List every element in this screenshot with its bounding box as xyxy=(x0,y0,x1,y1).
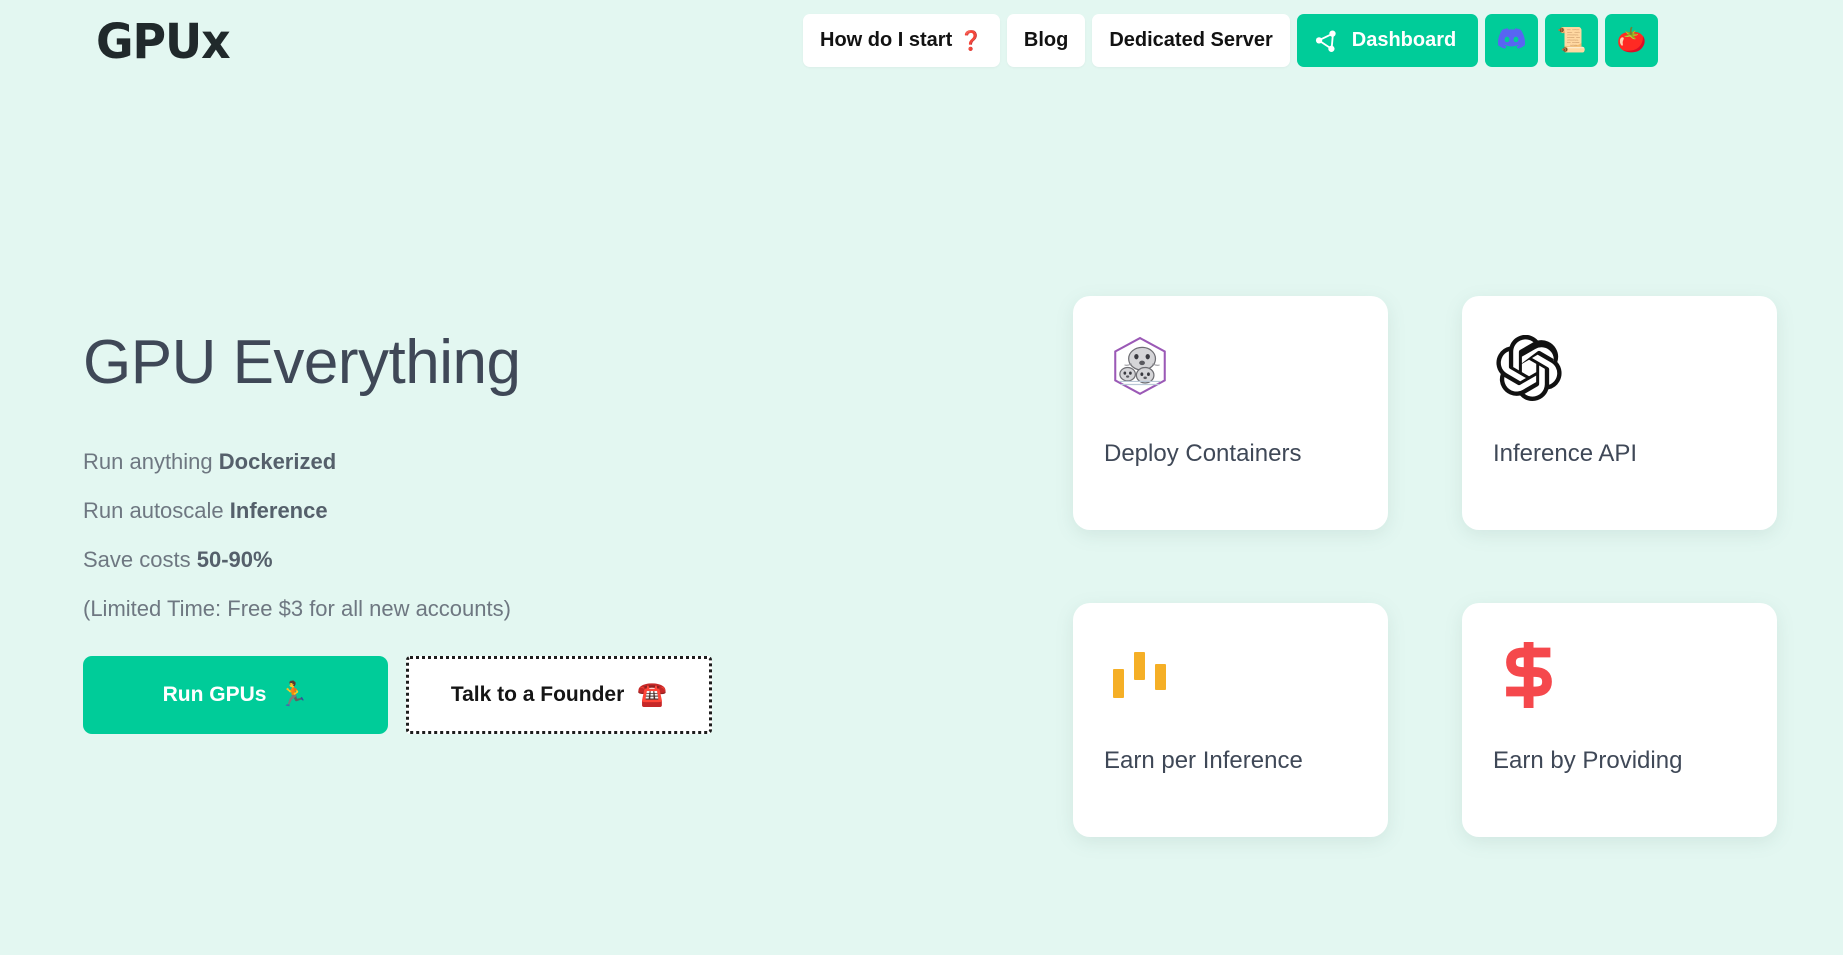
talk-to-founder-label: Talk to a Founder xyxy=(450,683,625,707)
question-mark-icon: ❓ xyxy=(959,30,983,52)
hero-bullet-prefix: Save costs xyxy=(83,547,197,573)
discord-button[interactable] xyxy=(1485,14,1539,67)
nav-item-how-do-i-start[interactable]: How do I start ❓ xyxy=(803,14,1000,67)
card-earn-by-providing[interactable]: Earn by Providing xyxy=(1462,603,1777,837)
card-label: Deploy Containers xyxy=(1104,440,1302,467)
share-network-icon xyxy=(1313,28,1339,54)
page-title: GPU Everything xyxy=(83,328,521,397)
card-inference-api[interactable]: Inference API xyxy=(1462,296,1777,530)
dashboard-button[interactable]: Dashboard xyxy=(1296,14,1479,67)
scroll-icon: 📜 xyxy=(1556,26,1587,54)
card-earn-per-inference[interactable]: Earn per Inference xyxy=(1073,603,1388,837)
docs-button[interactable]: 📜 xyxy=(1545,14,1599,67)
tomato-button[interactable]: 🍅 xyxy=(1605,14,1659,67)
main-navigation: How do I start ❓ Blog Dedicated Server D… xyxy=(803,14,1659,67)
hero-cta-row: Run GPUs 🏃 Talk to a Founder ☎️ xyxy=(83,656,783,735)
hero-bullet-strong: Dockerized xyxy=(218,449,337,475)
bar-1 xyxy=(1113,669,1124,698)
candlestick-bars-icon xyxy=(1104,639,1176,711)
site-header: GPUx How do I start ❓ Blog Dedicated Ser… xyxy=(0,0,1843,90)
nav-item-label: How do I start xyxy=(820,29,953,51)
run-gpus-label: Run GPUs xyxy=(162,683,267,707)
bar-3 xyxy=(1155,664,1166,690)
telephone-icon: ☎️ xyxy=(637,681,668,709)
feature-card-grid: Deploy Containers Inference API Earn per… xyxy=(1073,296,1777,837)
hero-bullet-dockerized: Run anything Dockerized xyxy=(83,437,783,486)
hero-bullet-prefix: Run anything xyxy=(83,449,219,475)
hero-promo-note: (Limited Time: Free $3 for all new accou… xyxy=(83,596,511,622)
docker-whale-hexagon-icon xyxy=(1104,332,1176,404)
dashboard-label: Dashboard xyxy=(1351,29,1457,51)
hero-bullet-inference: Run autoscale Inference xyxy=(83,486,783,535)
card-label: Earn per Inference xyxy=(1104,747,1303,774)
nav-item-label: Blog xyxy=(1023,29,1069,51)
bar-group xyxy=(1109,644,1171,706)
nav-item-label: Dedicated Server xyxy=(1109,29,1273,51)
card-deploy-containers[interactable]: Deploy Containers xyxy=(1073,296,1388,530)
tomato-icon: 🍅 xyxy=(1616,26,1647,54)
hero-section: GPU Everything Run anything Dockerized R… xyxy=(83,328,783,735)
openai-logo-icon xyxy=(1493,332,1565,404)
card-label: Inference API xyxy=(1493,440,1638,467)
nav-item-dedicated-server[interactable]: Dedicated Server xyxy=(1092,14,1290,67)
nav-item-blog[interactable]: Blog xyxy=(1006,14,1086,67)
runner-icon: 🏃 xyxy=(278,681,309,709)
card-label: Earn by Providing xyxy=(1493,747,1683,774)
discord-icon xyxy=(1498,27,1526,54)
talk-to-founder-button[interactable]: Talk to a Founder ☎️ xyxy=(406,656,712,735)
hero-bullet-prefix: Run autoscale xyxy=(83,498,230,524)
run-gpus-button[interactable]: Run GPUs 🏃 xyxy=(83,656,388,735)
dollar-sign-icon xyxy=(1493,639,1565,711)
hero-bullet-savings: Save costs 50-90% xyxy=(83,535,783,584)
hero-bullet-strong: 50-90% xyxy=(196,547,273,573)
hero-bullet-strong: Inference xyxy=(229,498,328,524)
brand-logo[interactable]: GPUx xyxy=(96,16,231,68)
bar-2 xyxy=(1134,652,1145,680)
